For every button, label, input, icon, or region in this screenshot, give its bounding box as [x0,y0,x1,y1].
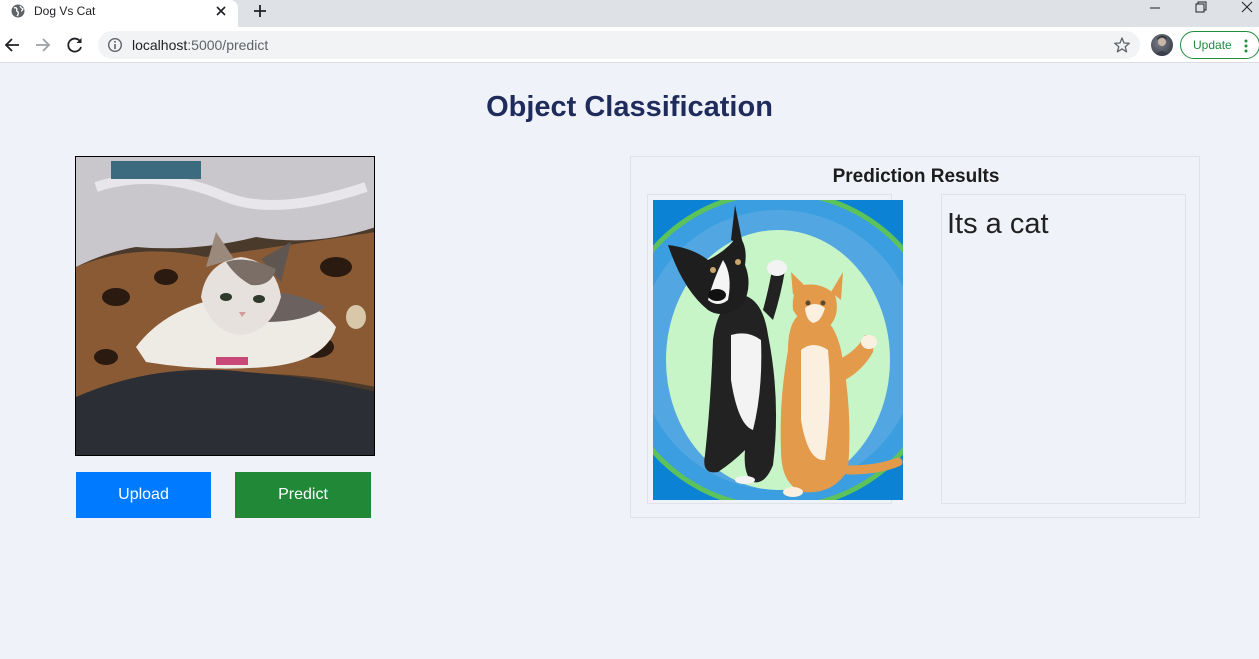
globe-icon [11,4,25,18]
browser-toolbar: localhost:5000/predict Update [0,27,1259,63]
star-icon[interactable] [1113,36,1131,54]
update-label: Update [1193,38,1232,52]
window-close-icon[interactable] [1235,0,1259,16]
tab-strip: Dog Vs Cat [0,0,1259,27]
close-icon[interactable] [213,3,229,19]
tab-title: Dog Vs Cat [34,4,96,18]
prediction-text-box: Its a cat [941,194,1186,504]
prediction-results-panel: Prediction Results Its a cat [630,156,1200,518]
avatar[interactable] [1151,34,1173,56]
result-image-frame [647,194,903,504]
url-host: localhost [132,37,188,53]
kebab-icon[interactable] [1244,39,1248,53]
forward-arrow-icon[interactable] [33,35,53,55]
reload-icon[interactable] [65,35,85,55]
address-bar[interactable]: localhost:5000/predict [98,31,1140,59]
uploaded-cat-image [75,156,375,456]
results-title: Prediction Results [832,166,1000,187]
browser-tab[interactable]: Dog Vs Cat [0,0,238,27]
url-text[interactable]: localhost:5000/predict [132,37,268,53]
back-arrow-icon[interactable] [2,35,22,55]
predict-button[interactable]: Predict [235,472,371,518]
info-icon[interactable] [107,37,123,53]
maximize-icon[interactable] [1189,0,1213,16]
url-path: :5000/predict [187,37,269,53]
prediction-text: Its a cat [947,208,1049,240]
upload-button[interactable]: Upload [76,472,211,518]
plus-icon[interactable] [251,2,269,20]
dog-cat-illustration [653,200,903,500]
minimize-icon[interactable] [1143,0,1167,16]
page-title: Object Classification [486,91,773,123]
update-button[interactable]: Update [1180,31,1259,59]
